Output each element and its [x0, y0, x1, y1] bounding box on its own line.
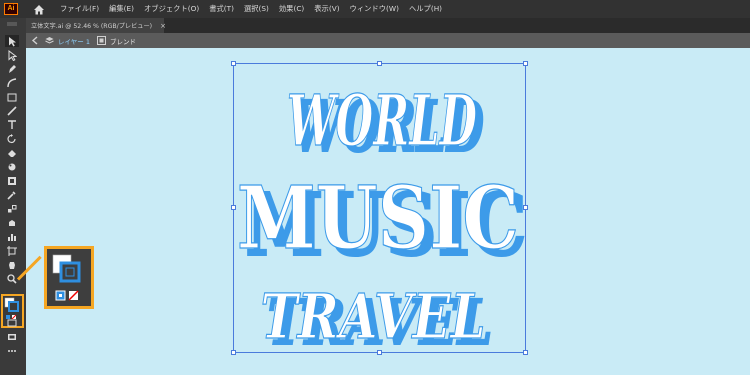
more-tools-icon[interactable]	[5, 345, 19, 357]
menu-object[interactable]: オブジェクト(O)	[144, 4, 199, 14]
symbol-sprayer-icon[interactable]	[5, 217, 19, 229]
document-tab-bar: 立体文字.ai @ 52.46 % (RGB/プレビュー) ×	[26, 18, 750, 33]
direct-selection-tool-icon[interactable]	[5, 49, 19, 61]
menu-edit[interactable]: 編集(E)	[109, 4, 134, 14]
blend-group-icon	[96, 36, 106, 46]
rectangle-tool-icon[interactable]	[5, 91, 19, 103]
menu-items: ファイル(F) 編集(E) オブジェクト(O) 書式(T) 選択(S) 効果(C…	[60, 4, 452, 14]
graph-tool-icon[interactable]	[5, 231, 19, 243]
breadcrumb-blend[interactable]: ブレンド	[110, 36, 136, 46]
eyedropper-tool-icon[interactable]	[5, 189, 19, 201]
artboard-canvas[interactable]: WORLD WORLD MUSIC MUSIC TRAVEL TRAVEL	[26, 48, 750, 375]
breadcrumb-layer[interactable]: レイヤー 1	[58, 36, 90, 46]
rotate-tool-icon[interactable]	[5, 133, 19, 145]
handle-top-left[interactable]	[231, 61, 236, 66]
draw-mode-icon[interactable]	[5, 317, 19, 329]
fill-stroke-callout	[44, 246, 94, 309]
pen-tool-icon[interactable]	[5, 63, 19, 75]
warp-tool-icon[interactable]	[5, 161, 19, 173]
paintbrush-tool-icon[interactable]	[5, 105, 19, 117]
menu-effect[interactable]: 効果(C)	[279, 4, 304, 14]
eraser-tool-icon[interactable]	[5, 147, 19, 159]
isolation-breadcrumb-bar: レイヤー 1 ブレンド	[26, 33, 750, 48]
handle-bottom-right[interactable]	[523, 350, 528, 355]
type-tool-icon[interactable]	[5, 119, 19, 131]
menu-file[interactable]: ファイル(F)	[60, 4, 99, 14]
app-logo: Ai	[4, 3, 18, 15]
layers-icon	[44, 36, 54, 46]
home-icon[interactable]	[32, 2, 46, 16]
menu-type[interactable]: 書式(T)	[209, 4, 234, 14]
artboard-tool-icon[interactable]	[5, 245, 19, 257]
handle-right[interactable]	[523, 205, 528, 210]
tools-panel	[0, 18, 26, 375]
handle-left[interactable]	[231, 205, 236, 210]
screen-mode-icon[interactable]	[5, 331, 19, 343]
document-tab[interactable]: 立体文字.ai @ 52.46 % (RGB/プレビュー) ×	[26, 18, 166, 33]
blend-tool-icon[interactable]	[5, 203, 19, 215]
width-tool-icon[interactable]	[5, 175, 19, 187]
menu-bar: Ai ファイル(F) 編集(E) オブジェクト(O) 書式(T) 選択(S) 効…	[0, 0, 750, 18]
menu-help[interactable]: ヘルプ(H)	[409, 4, 442, 14]
document-tab-title: 立体文字.ai @ 52.46 % (RGB/プレビュー)	[31, 23, 153, 30]
hand-tool-icon[interactable]	[5, 259, 19, 271]
panel-grip-icon[interactable]	[5, 21, 19, 27]
handle-bottom[interactable]	[377, 350, 382, 355]
menu-select[interactable]: 選択(S)	[244, 4, 269, 14]
selection-bounding-box[interactable]	[231, 61, 528, 355]
menu-view[interactable]: 表示(V)	[314, 4, 339, 14]
selection-tool-icon[interactable]	[5, 35, 19, 47]
menu-window[interactable]: ウィンドウ(W)	[350, 4, 399, 14]
curvature-tool-icon[interactable]	[5, 77, 19, 89]
back-arrow-icon[interactable]	[30, 36, 40, 46]
handle-top-right[interactable]	[523, 61, 528, 66]
close-icon[interactable]: ×	[160, 22, 166, 30]
handle-top[interactable]	[377, 61, 382, 66]
handle-bottom-left[interactable]	[231, 350, 236, 355]
